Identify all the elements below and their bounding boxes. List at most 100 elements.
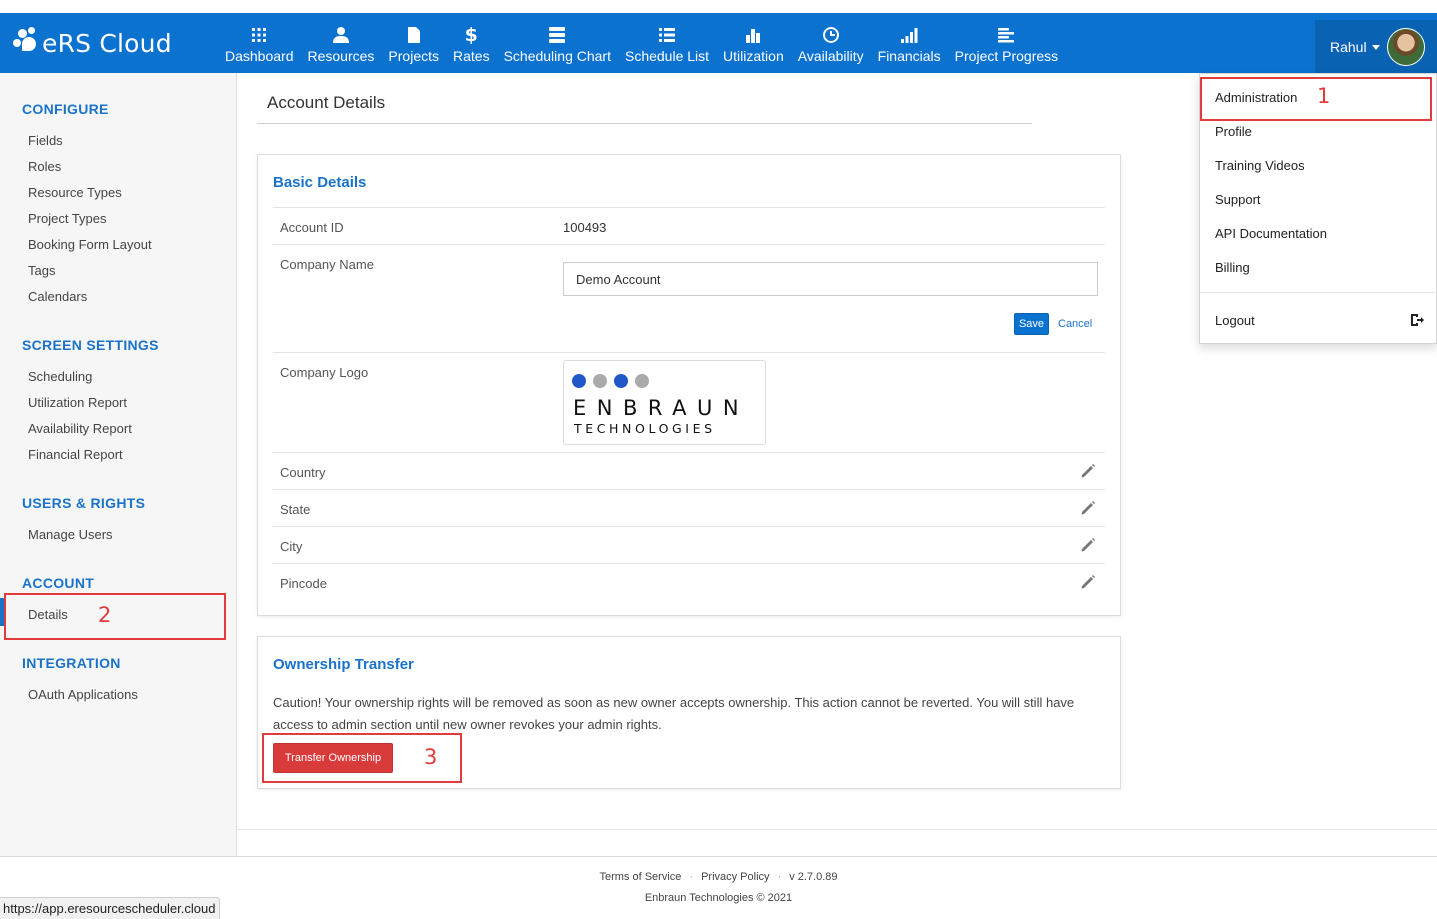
- top-navbar: eRS Cloud Dashboard Resources Projects $…: [0, 13, 1437, 73]
- file-icon: [404, 25, 424, 45]
- sign-out-icon: [1409, 312, 1425, 328]
- nav-label: Resources: [307, 48, 375, 64]
- nav-scheduling-chart[interactable]: Scheduling Chart: [497, 13, 618, 73]
- nav-utilization[interactable]: Utilization: [716, 13, 791, 73]
- pencil-icon[interactable]: [1080, 574, 1096, 590]
- privacy-link[interactable]: Privacy Policy: [701, 871, 769, 883]
- sidebar-item-project-types[interactable]: Project Types: [28, 211, 107, 226]
- sidebar-item-financial-report[interactable]: Financial Report: [28, 447, 123, 462]
- account-id-value: 100493: [563, 220, 607, 235]
- bar-chart-icon: [743, 25, 763, 45]
- ownership-transfer-title: Ownership Transfer: [273, 656, 414, 673]
- logo-subtitle: TECHNOLOGIES: [574, 421, 716, 436]
- menu-divider: [1200, 292, 1437, 293]
- sidebar-item-availability-report[interactable]: Availability Report: [28, 421, 132, 436]
- basic-details-title: Basic Details: [273, 174, 367, 191]
- server-icon: [547, 25, 567, 45]
- terms-link[interactable]: Terms of Service: [599, 871, 681, 883]
- sidebar-item-fields[interactable]: Fields: [28, 133, 63, 148]
- sidebar-item-oauth-applications[interactable]: OAuth Applications: [28, 687, 138, 702]
- nav-project-progress[interactable]: Project Progress: [948, 13, 1065, 73]
- footer-links: Terms of Service · Privacy Policy · v 2.7.0.…: [599, 871, 838, 883]
- avatar: [1386, 27, 1425, 66]
- nav-label: Availability: [797, 48, 864, 64]
- row-divider: [273, 526, 1105, 527]
- pencil-icon[interactable]: [1080, 537, 1096, 553]
- sidebar-item-scheduling[interactable]: Scheduling: [28, 369, 92, 384]
- dollar-icon: $: [464, 24, 478, 46]
- user-icon: [331, 25, 351, 45]
- menu-item-support[interactable]: Support: [1215, 192, 1261, 207]
- nav-label: Scheduling Chart: [503, 48, 611, 64]
- browser-top-strip: [0, 0, 1437, 13]
- ownership-caution-text: Caution! Your ownership rights will be r…: [273, 695, 1075, 732]
- nav-schedule-list[interactable]: Schedule List: [618, 13, 716, 73]
- city-label: City: [280, 539, 303, 554]
- menu-item-api-documentation[interactable]: API Documentation: [1215, 226, 1327, 241]
- nav-dashboard[interactable]: Dashboard: [218, 13, 301, 73]
- nav-availability[interactable]: Availability: [791, 13, 871, 73]
- pencil-icon[interactable]: [1080, 463, 1096, 479]
- sidebar-heading-configure: CONFIGURE: [22, 101, 109, 117]
- brand-mark-icon: [12, 27, 42, 59]
- nav-financials[interactable]: Financials: [871, 13, 948, 73]
- row-divider: [273, 489, 1105, 490]
- nav-label: Dashboard: [225, 48, 294, 64]
- sidebar-heading-screen-settings: SCREEN SETTINGS: [22, 337, 159, 353]
- menu-item-billing[interactable]: Billing: [1215, 260, 1250, 275]
- row-divider: [273, 244, 1105, 245]
- nav-projects[interactable]: Projects: [381, 13, 446, 73]
- dashboard-icon: [249, 25, 269, 45]
- page-title: Account Details: [267, 93, 386, 112]
- main-navigation: Dashboard Resources Projects $ Rates Sch…: [218, 13, 1065, 73]
- sidebar-heading-account: ACCOUNT: [22, 575, 95, 591]
- basic-details-panel: Basic Details Account ID 100493 Company …: [257, 154, 1121, 616]
- row-divider: [273, 452, 1105, 453]
- admin-sidebar: CONFIGURE Fields Roles Resource Types Pr…: [0, 73, 237, 856]
- sidebar-item-calendars[interactable]: Calendars: [28, 289, 87, 304]
- nav-rates[interactable]: $ Rates: [446, 13, 497, 73]
- sidebar-item-manage-users[interactable]: Manage Users: [28, 527, 113, 542]
- sidebar-item-utilization-report[interactable]: Utilization Report: [28, 395, 127, 410]
- company-logo-image[interactable]: ENBRAUN TECHNOLOGIES: [563, 360, 766, 445]
- pencil-icon[interactable]: [1080, 500, 1096, 516]
- menu-item-logout[interactable]: Logout: [1215, 313, 1255, 328]
- save-button[interactable]: Save: [1014, 313, 1049, 335]
- sidebar-item-resource-types[interactable]: Resource Types: [28, 185, 122, 200]
- nav-label: Rates: [453, 48, 490, 64]
- brand-logo[interactable]: eRS Cloud: [12, 23, 172, 63]
- nav-label: Financials: [877, 48, 941, 64]
- nav-label: Schedule List: [624, 48, 710, 64]
- version-text: v 2.7.0.89: [789, 871, 838, 883]
- signal-icon: [899, 25, 919, 45]
- cancel-link[interactable]: Cancel: [1058, 318, 1092, 330]
- state-label: State: [280, 502, 311, 517]
- menu-item-training-videos[interactable]: Training Videos: [1215, 158, 1305, 173]
- caret-down-icon: [1371, 45, 1380, 50]
- clock-icon: [821, 25, 841, 45]
- company-name-input[interactable]: [563, 262, 1098, 296]
- content-bottom-divider: [237, 829, 1437, 830]
- brand-name: eRS Cloud: [42, 28, 172, 58]
- nav-label: Utilization: [723, 48, 784, 64]
- row-divider: [273, 352, 1105, 353]
- annotation-box-1: [1200, 77, 1432, 121]
- sidebar-item-booking-form-layout[interactable]: Booking Form Layout: [28, 237, 152, 252]
- user-name: Rahul: [1330, 38, 1367, 55]
- nav-label: Projects: [388, 48, 439, 64]
- row-divider: [273, 563, 1105, 564]
- sidebar-item-tags[interactable]: Tags: [28, 263, 55, 278]
- sidebar-item-roles[interactable]: Roles: [28, 159, 61, 174]
- user-menu-button[interactable]: Rahul: [1315, 20, 1437, 73]
- title-divider: [257, 123, 1032, 124]
- menu-item-profile[interactable]: Profile: [1215, 124, 1252, 139]
- list-icon: [657, 25, 677, 45]
- annotation-box-2: [4, 593, 226, 640]
- align-left-icon: [996, 25, 1016, 45]
- browser-status-url: https://app.eresourcescheduler.cloud: [0, 897, 221, 919]
- sidebar-heading-integration: INTEGRATION: [22, 655, 121, 671]
- nav-resources[interactable]: Resources: [301, 13, 382, 73]
- country-label: Country: [280, 465, 326, 480]
- sidebar-heading-users-rights: USERS & RIGHTS: [22, 495, 146, 511]
- pincode-label: Pincode: [280, 576, 327, 591]
